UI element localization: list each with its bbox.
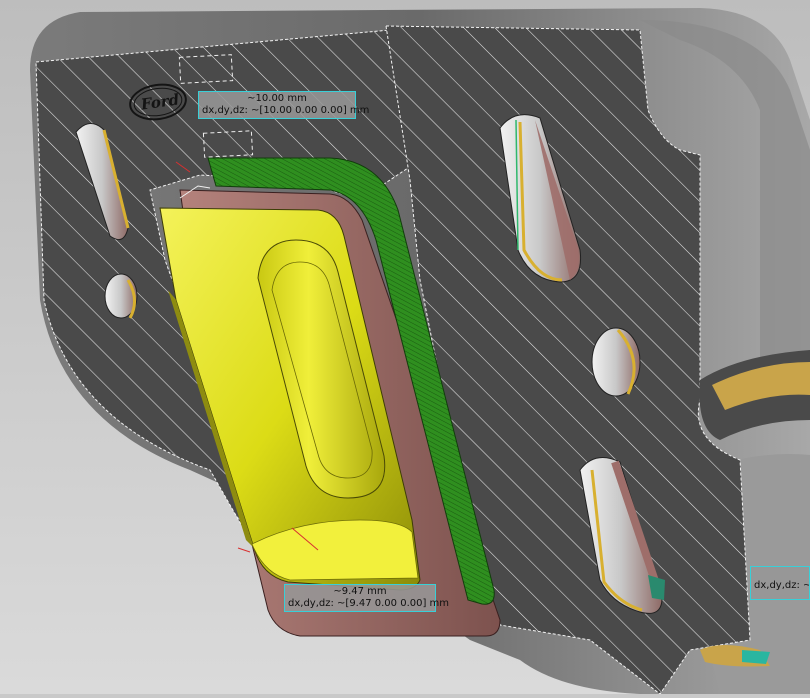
bottom-clip — [742, 650, 770, 664]
measurement-delta: dx,dy,dz: ~[9.47 0.00 0.00] mm — [288, 598, 450, 609]
measurement-label-upper[interactable]: ~10.00 mm dx,dy,dz: ~[10.00 0.00 0.00] m… — [198, 91, 370, 119]
round-hole-left-lower[interactable] — [104, 273, 138, 319]
measurement-delta: dx,dy,dz: ~[10.00 0.00 0.00] mm — [202, 105, 370, 116]
measurement-distance: ~10.00 mm — [247, 93, 307, 104]
measurement-distance: ~9.47 mm — [333, 586, 387, 597]
cad-viewport[interactable]: Ford ~10.00 mm dx,dy,dz: ~[10.00 0.00 0.… — [0, 0, 810, 695]
measurement-delta: dx,dy,dz: ~[ — [754, 580, 810, 591]
measurement-label-lower[interactable]: ~9.47 mm dx,dy,dz: ~[9.47 0.00 0.00] mm — [284, 584, 450, 612]
measurement-label-right-clipped[interactable]: dx,dy,dz: ~[ — [750, 566, 810, 600]
round-hole-right-middle[interactable] — [591, 327, 641, 397]
